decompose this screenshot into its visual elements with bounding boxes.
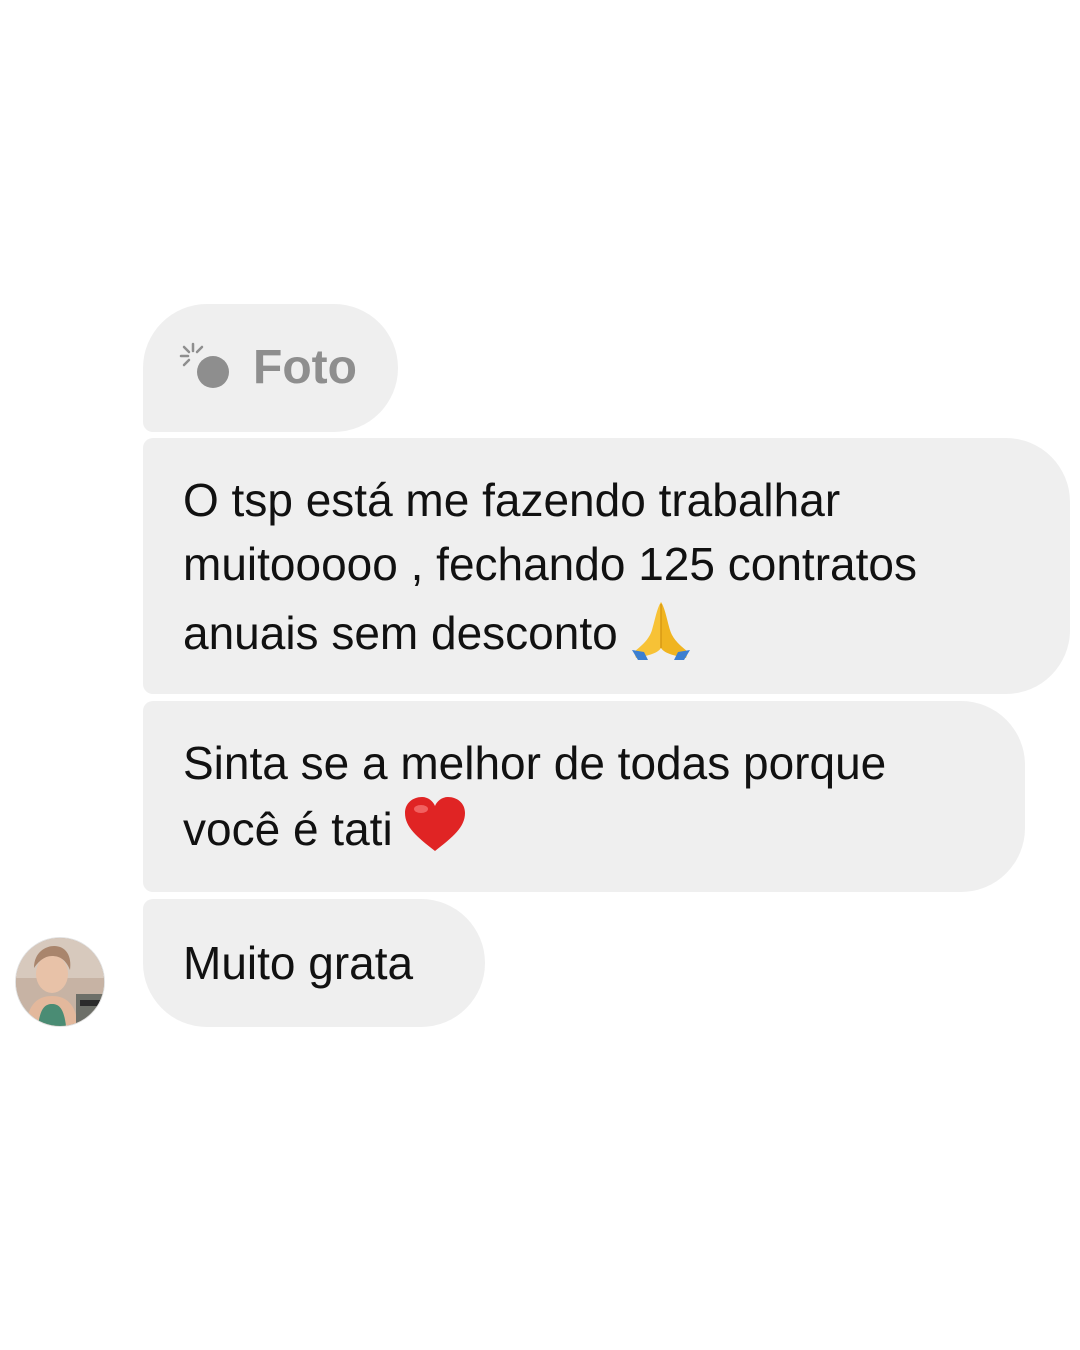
message-text: anuais sem desconto <box>183 607 618 660</box>
message-text-line: anuais sem desconto <box>183 596 1034 678</box>
message-text-line: Sinta se a melhor de todas porque <box>183 737 887 789</box>
folded-hands-emoji <box>628 596 694 678</box>
photo-message-bubble[interactable]: Foto <box>143 304 398 432</box>
photo-flash-icon <box>179 340 235 396</box>
message-text-line: muitooooo , fechando 125 contratos <box>183 538 917 590</box>
message-bubble[interactable]: Muito grata <box>143 899 485 1027</box>
message-text-line: O tsp está me fazendo trabalhar <box>183 474 841 526</box>
message-bubble[interactable]: O tsp está me fazendo trabalhar muitoooo… <box>143 438 1070 694</box>
red-heart-emoji <box>403 795 467 871</box>
message-bubble[interactable]: Sinta se a melhor de todas porque você é… <box>143 701 1025 892</box>
message-text-line: Muito grata <box>183 937 414 989</box>
message-text: você é tati <box>183 803 393 856</box>
sender-avatar[interactable] <box>16 938 104 1026</box>
photo-label: Foto <box>253 341 357 394</box>
message-text-line: você é tati <box>183 795 989 871</box>
